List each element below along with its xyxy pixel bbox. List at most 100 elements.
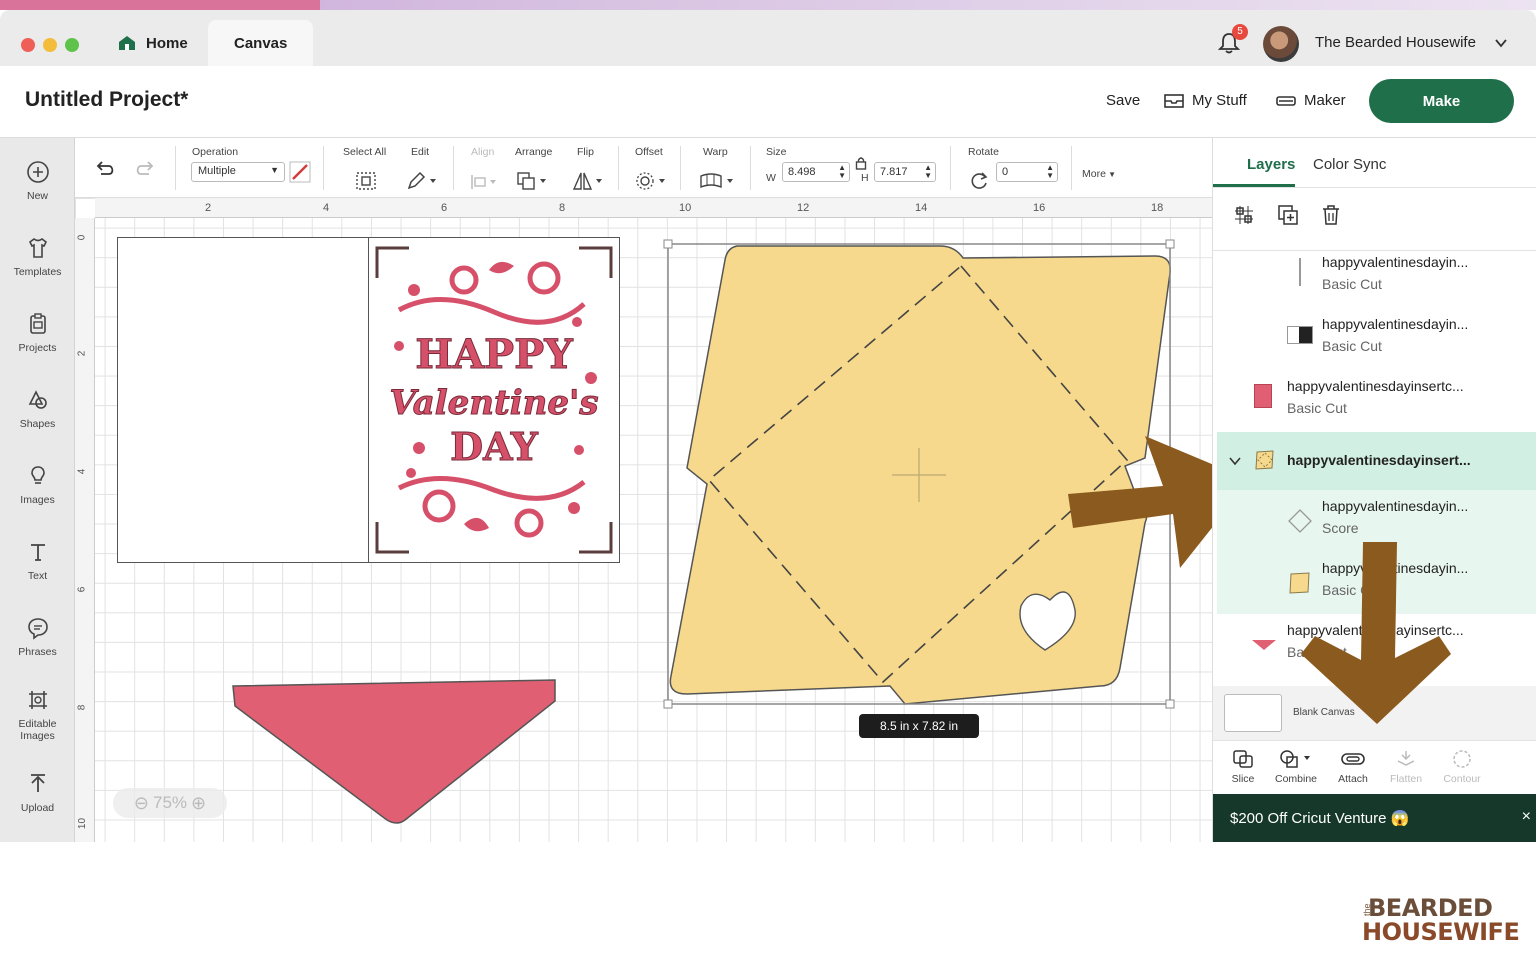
arrange-icon[interactable] (516, 171, 550, 191)
promo-banner[interactable]: $200 Off Cricut Venture 😱 × (1213, 794, 1536, 842)
align-label: Align (471, 146, 495, 158)
stepper-icon[interactable]: ▲ ▼ (924, 164, 932, 180)
pink-flap-shape[interactable] (232, 679, 556, 824)
trash-icon[interactable] (1320, 204, 1342, 226)
zoom-out-icon[interactable]: ⊖ (134, 793, 149, 814)
maker-label: Maker (1304, 92, 1346, 109)
contour-icon (1453, 750, 1471, 768)
select-all-icon[interactable] (355, 171, 377, 191)
sidebar-item-label: Editable Images (18, 718, 57, 742)
offset-icon[interactable] (635, 171, 669, 191)
undo-icon[interactable] (93, 158, 117, 178)
combine-icon (1280, 750, 1310, 768)
project-header: Untitled Project* Save My Stuff Maker Ma… (0, 66, 1536, 138)
close-window-button[interactable] (21, 38, 35, 52)
maximize-window-button[interactable] (65, 38, 79, 52)
sidebar-item-templates[interactable]: Templates (0, 236, 75, 278)
flip-label: Flip (577, 146, 594, 158)
tab-color-sync[interactable]: Color Sync (1313, 156, 1386, 173)
paperclip-icon (1341, 753, 1365, 765)
app-window: Home Canvas 5 The Bearded Housewife Unti… (0, 10, 1536, 842)
make-button[interactable]: Make (1369, 79, 1514, 123)
toolbar-separator (453, 146, 454, 190)
width-value: 8.498 (788, 166, 816, 178)
sidebar-item-label: New (26, 190, 48, 202)
warp-icon[interactable] (699, 171, 739, 191)
lock-icon[interactable] (855, 156, 867, 170)
sidebar-item-projects[interactable]: Projects (0, 312, 75, 354)
select-all-label: Select All (343, 146, 387, 158)
chevron-down-icon[interactable] (1494, 36, 1508, 50)
sidebar-item-editable-images[interactable]: Editable Images (0, 688, 75, 742)
sidebar-item-label: Projects (18, 342, 57, 354)
sidebar-item-text[interactable]: Text (0, 540, 75, 582)
height-input[interactable]: 7.817 ▲ ▼ (874, 162, 936, 182)
my-stuff-button[interactable]: My Stuff (1164, 92, 1247, 109)
zoom-in-icon[interactable]: ⊕ (191, 793, 206, 814)
toolbar-separator (1071, 146, 1072, 190)
logo-line-2: HOUSEWIFE (1362, 918, 1520, 946)
redo-icon[interactable] (133, 158, 157, 178)
group-icon[interactable] (1233, 204, 1255, 226)
rotate-input[interactable]: 0 ▲ ▼ (996, 162, 1058, 182)
machine-icon (1276, 95, 1296, 106)
annotation-arrow-down (1301, 542, 1451, 724)
layer-name: happyvalentinesdayinsert... (1287, 452, 1471, 468)
pen-color-icon[interactable] (289, 161, 311, 183)
stepper-icon[interactable]: ▲ ▼ (1046, 164, 1054, 180)
slice-button[interactable]: Slice (1213, 749, 1273, 785)
maker-button[interactable]: Maker (1276, 92, 1346, 109)
warp-label: Warp (703, 146, 728, 158)
sidebar-item-new[interactable]: New (0, 160, 75, 202)
toolbar-separator (750, 146, 751, 190)
layer-item[interactable]: happyvalentinesdayinsertc... Basic Cut (1217, 370, 1536, 432)
toolbar-separator (680, 146, 681, 190)
avatar[interactable] (1263, 26, 1299, 62)
home-icon (119, 36, 135, 50)
height-value: 7.817 (880, 166, 908, 178)
width-input[interactable]: 8.498 ▲ ▼ (782, 162, 850, 182)
stepper-icon[interactable]: ▲ ▼ (838, 164, 846, 180)
layer-name: happyvalentinesdayin... (1322, 498, 1469, 514)
project-title[interactable]: Untitled Project* (25, 88, 188, 112)
layer-actions-bar: Slice Combine Attach Flatten Contour (1213, 740, 1536, 794)
chevron-down-icon[interactable] (1229, 456, 1241, 466)
upload-icon (30, 774, 45, 792)
rotate-icon (971, 172, 988, 189)
layer-group-selected[interactable]: happyvalentinesdayinsert... (1217, 432, 1536, 490)
zoom-control[interactable]: ⊖ 75% ⊕ (113, 788, 227, 818)
sidebar-item-images[interactable]: Images (0, 464, 75, 506)
minimize-window-button[interactable] (43, 38, 57, 52)
edit-pencil-icon[interactable] (406, 171, 438, 191)
attach-button[interactable]: Attach (1323, 749, 1383, 785)
duplicate-icon[interactable] (1277, 204, 1299, 226)
layer-item[interactable]: happyvalentinesdayin... Basic Cut (1217, 308, 1536, 370)
align-icon[interactable] (470, 173, 500, 191)
operation-label: Operation (192, 146, 239, 158)
layer-thumbnail (1299, 258, 1301, 286)
contour-button[interactable]: Contour (1432, 749, 1492, 785)
flatten-button[interactable]: Flatten (1376, 749, 1436, 785)
design-canvas[interactable]: 2 4 6 8 10 12 14 16 18 0 2 4 6 8 10 HAPP… (75, 198, 1212, 842)
tab-layers[interactable]: Layers (1247, 156, 1295, 173)
close-icon[interactable]: × (1522, 808, 1531, 826)
sidebar-item-upload[interactable]: Upload (0, 772, 75, 814)
sidebar-item-shapes[interactable]: Shapes (0, 388, 75, 430)
flip-icon[interactable] (572, 171, 606, 191)
layer-name: happyvalentinesdayinsertc... (1287, 378, 1464, 394)
attach-label: Attach (1338, 773, 1368, 785)
combine-button[interactable]: Combine (1266, 749, 1326, 785)
layer-item[interactable]: happyvalentinesdayin... Basic Cut (1217, 250, 1536, 300)
tab-home[interactable]: Home (108, 20, 198, 66)
layers-panel: Layers Color Sync happyvalentinesdayin..… (1212, 138, 1536, 842)
edit-toolbar: Operation Multiple ▼ Select All Edit Alig… (75, 138, 1212, 198)
sidebar-item-label: Phrases (18, 646, 57, 658)
sidebar-item-label: Images (20, 494, 55, 506)
sidebar-item-phrases[interactable]: Phrases (0, 616, 75, 658)
tab-canvas[interactable]: Canvas (208, 20, 314, 66)
operation-select[interactable]: Multiple ▼ (191, 162, 285, 182)
size-label: Size (766, 146, 787, 158)
save-button[interactable]: Save (1106, 92, 1140, 109)
more-button[interactable]: More ▼ (1082, 168, 1116, 180)
user-name[interactable]: The Bearded Housewife (1315, 34, 1476, 51)
